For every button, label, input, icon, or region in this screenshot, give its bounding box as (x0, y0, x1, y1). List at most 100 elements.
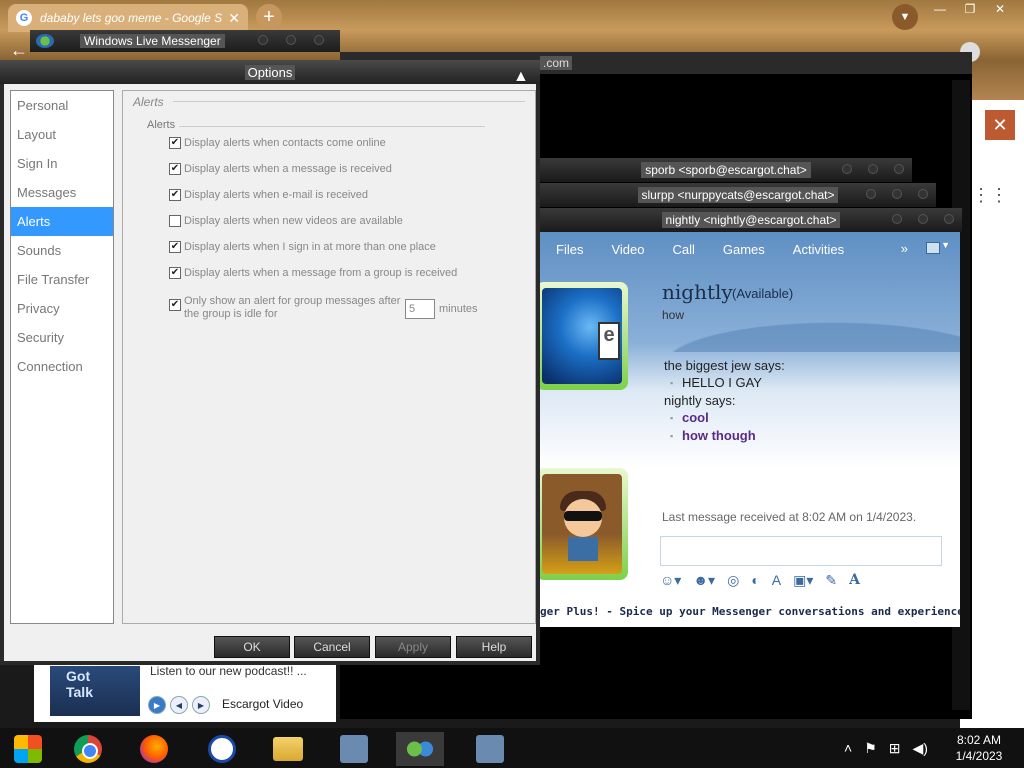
nav-item-sign-in[interactable]: Sign In (11, 149, 113, 178)
next-icon[interactable]: ▶ (192, 696, 210, 714)
minimize-icon[interactable] (842, 164, 852, 174)
volume-icon[interactable]: ◀) (912, 740, 927, 757)
podcast-link[interactable]: Listen to our new podcast!! ... (150, 664, 307, 678)
background-icon[interactable]: ▣▾ (793, 572, 813, 589)
maximize-icon[interactable] (868, 164, 878, 174)
menu-call[interactable]: Call (672, 242, 694, 257)
wink-icon[interactable]: ☻▾ (693, 572, 715, 589)
network-icon[interactable]: ⊞ (889, 740, 901, 757)
font-icon[interactable]: A (772, 572, 781, 588)
start-button[interactable] (4, 732, 52, 766)
chevron-up-icon[interactable]: ˄ (844, 740, 852, 757)
checkbox[interactable]: ✔ (169, 267, 181, 279)
browser-tab[interactable]: G dababy lets goo meme - Google S ✕ (8, 4, 248, 32)
apply-button[interactable]: Apply (375, 636, 451, 658)
restore-button[interactable]: ❐ (955, 0, 985, 18)
nav-item-messages[interactable]: Messages (11, 178, 113, 207)
alert-option-row[interactable]: ✔ Display alerts when e-mail is received (169, 189, 368, 201)
checkbox[interactable]: ✔ (169, 189, 181, 201)
maximize-icon[interactable] (286, 35, 296, 45)
nav-item-privacy[interactable]: Privacy (11, 294, 113, 323)
minimize-icon[interactable] (258, 35, 268, 45)
checkbox[interactable]: ✔ (169, 241, 181, 253)
menu-files[interactable]: Files (556, 242, 583, 257)
nav-item-connection[interactable]: Connection (11, 352, 113, 381)
menu-games[interactable]: Games (723, 242, 765, 257)
menu-activities[interactable]: Activities (793, 242, 844, 257)
alert-option-row[interactable]: ✔ Display alerts when contacts come onli… (169, 137, 386, 149)
chevron-down-icon[interactable]: ▼ (941, 240, 950, 250)
voice-clip-icon[interactable]: ◐ (751, 572, 759, 588)
menu-more-icon[interactable]: » (901, 241, 908, 256)
window-close-button[interactable]: ✕ (985, 0, 1015, 18)
checkbox[interactable]: ✔ (169, 163, 181, 175)
handwriting-icon[interactable]: ✎ (825, 572, 837, 589)
alert-option-row[interactable]: ✔ Display alerts when a message is recei… (169, 163, 392, 175)
idle-minutes-input[interactable]: 5 (405, 299, 435, 319)
nav-item-personal[interactable]: Personal (11, 91, 113, 120)
group-idle-label-line1: Only show an alert for group messages af… (184, 295, 401, 307)
nav-item-security[interactable]: Security (11, 323, 113, 352)
got-talk-banner[interactable]: Got Talk (50, 666, 140, 716)
text-format-icon[interactable]: A (849, 572, 860, 588)
menu-video[interactable]: Video (611, 242, 644, 257)
alert-option-row[interactable]: ✔ Display alerts when a message from a g… (169, 267, 457, 279)
previous-icon[interactable]: ◀ (170, 696, 188, 714)
flag-icon[interactable]: ⚑ (864, 740, 877, 757)
group-idle-option-row[interactable]: ✔ Only show an alert for group messages … (169, 295, 402, 321)
messenger-icon (406, 735, 434, 763)
help-button[interactable]: Help (456, 636, 532, 658)
checkbox[interactable]: ✔ (169, 299, 181, 311)
checkbox[interactable]: ✔ (169, 137, 181, 149)
taskbar-messenger[interactable] (396, 732, 444, 766)
minimize-button[interactable]: — (925, 0, 955, 18)
taskbar-obama[interactable] (198, 732, 246, 766)
ok-button[interactable]: OK (214, 636, 290, 658)
emoticon-icon[interactable]: ☺▾ (660, 572, 681, 589)
taskbar-clock[interactable]: 8:02 AM 1/4/2023 (944, 732, 1014, 764)
taskbar-setup[interactable] (330, 732, 378, 766)
play-icon[interactable]: ▶ (148, 696, 166, 714)
group-idle-label: Only show an alert for group messages af… (184, 295, 402, 321)
user-display-picture[interactable] (540, 468, 628, 580)
sender-label: nightly says: (664, 393, 736, 408)
tab-search-button[interactable]: ▼ (892, 4, 918, 30)
cancel-button[interactable]: Cancel (294, 636, 370, 658)
ad-ticker[interactable]: ger Plus! - Spice up your Messenger conv… (540, 600, 960, 622)
close-icon[interactable] (944, 214, 954, 224)
taskbar-file-explorer[interactable] (264, 732, 312, 766)
wlm-title-bar[interactable]: Windows Live Messenger (30, 30, 340, 52)
conversation-title-bar-nightly[interactable]: nightly <nightly@escargot.chat> (540, 208, 962, 232)
contact-display-picture[interactable]: e (540, 282, 628, 390)
maximize-icon[interactable] (918, 214, 928, 224)
nudge-icon[interactable]: ◎ (727, 572, 739, 589)
minimize-icon[interactable] (892, 214, 902, 224)
checkbox[interactable] (169, 215, 181, 227)
close-icon[interactable] (894, 164, 904, 174)
maximize-icon[interactable] (892, 189, 902, 199)
page-close-icon[interactable]: ✕ (985, 110, 1015, 140)
panel-title: Alerts (131, 95, 166, 109)
conversation-title-bar-slurpp[interactable]: slurpp <nurppycats@escargot.chat> (540, 183, 936, 207)
nav-item-layout[interactable]: Layout (11, 120, 113, 149)
nav-item-file-transfer[interactable]: File Transfer (11, 265, 113, 294)
new-tab-button[interactable]: + (256, 4, 282, 30)
tab-close-icon[interactable]: ✕ (228, 10, 240, 27)
options-title-bar[interactable]: Options (0, 60, 540, 84)
minimize-icon[interactable] (866, 189, 876, 199)
conversation-title-bar-sporb[interactable]: sporb <sporb@escargot.chat> (540, 158, 912, 182)
alert-option-row[interactable]: Display alerts when new videos are avail… (169, 215, 403, 227)
layout-icon[interactable] (926, 242, 940, 254)
back-arrow-icon[interactable]: ← (10, 40, 28, 61)
alert-option-row[interactable]: ✔ Display alerts when I sign in at more … (169, 241, 436, 253)
close-icon[interactable] (314, 35, 324, 45)
taskbar-chrome[interactable] (64, 732, 112, 766)
options-body: Personal Layout Sign In Messages Alerts … (4, 84, 536, 661)
nav-item-alerts[interactable]: Alerts (11, 207, 113, 236)
taskbar-setup-2[interactable] (466, 732, 514, 766)
message-input[interactable] (660, 536, 942, 566)
close-icon[interactable] (918, 189, 928, 199)
apps-grid-icon[interactable]: ⋮⋮ (972, 185, 1008, 206)
taskbar-firefox[interactable] (130, 732, 178, 766)
nav-item-sounds[interactable]: Sounds (11, 236, 113, 265)
